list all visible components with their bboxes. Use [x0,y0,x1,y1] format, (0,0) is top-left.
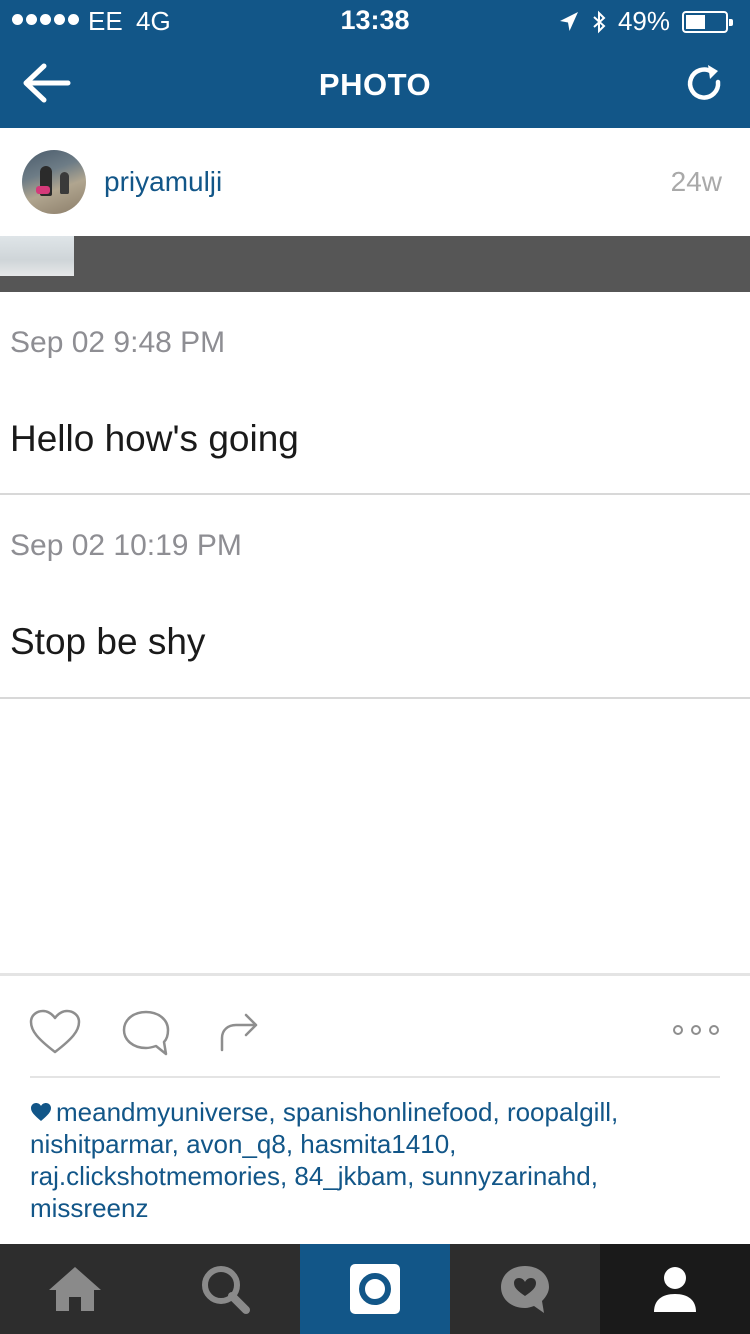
message-item: Sep 02 9:48 PM Hello how's going [0,292,750,495]
profile-icon [654,1267,696,1312]
heart-icon[interactable] [28,1008,82,1056]
tab-camera[interactable] [300,1244,450,1334]
status-bar: EE 4G 13:38 49% [0,0,750,40]
more-options-icon[interactable] [672,1020,720,1040]
search-icon [202,1266,250,1314]
actions-divider [30,1076,720,1078]
tab-profile[interactable] [600,1244,750,1334]
status-right-group: 49% [558,6,733,37]
likes-text[interactable]: meandmyuniverse, spanishonlinefood, roop… [30,1097,618,1223]
bluetooth-icon [593,10,606,33]
tab-search[interactable] [150,1244,300,1334]
message-time: Sep 02 9:48 PM [10,326,226,359]
page-title: PHOTO [318,67,432,102]
post-username[interactable]: priyamulji [104,166,222,198]
camera-icon [350,1264,400,1314]
tab-activity[interactable] [450,1244,600,1334]
battery-fill [686,14,705,29]
message-text: Hello how's going [10,418,299,459]
bottom-tab-bar [0,1244,750,1334]
post-actions [0,976,750,1076]
likes-list[interactable]: meandmyuniverse, spanishonlinefood, roop… [30,1096,720,1224]
photo-header-strip [0,236,750,292]
message-item: Sep 02 10:19 PM Stop be shy [0,495,750,699]
refresh-icon[interactable] [682,62,728,108]
photo-thumbnail [0,236,74,276]
activity-icon [501,1266,549,1313]
tab-home[interactable] [0,1244,150,1334]
like-heart-icon [31,1103,51,1121]
battery-icon [682,10,733,33]
share-icon[interactable] [216,1008,262,1054]
home-icon [49,1267,101,1311]
post-age: 24w [670,166,722,197]
message-text: Stop be shy [10,621,206,662]
avatar[interactable] [22,150,86,214]
message-time: Sep 02 10:19 PM [10,529,242,562]
top-bar: EE 4G 13:38 49% PHOTO [0,0,750,128]
post-header: priyamulji 24w [0,128,750,236]
comment-icon[interactable] [120,1008,172,1058]
location-arrow-icon [559,11,578,31]
battery-percent: 49% [617,6,670,36]
